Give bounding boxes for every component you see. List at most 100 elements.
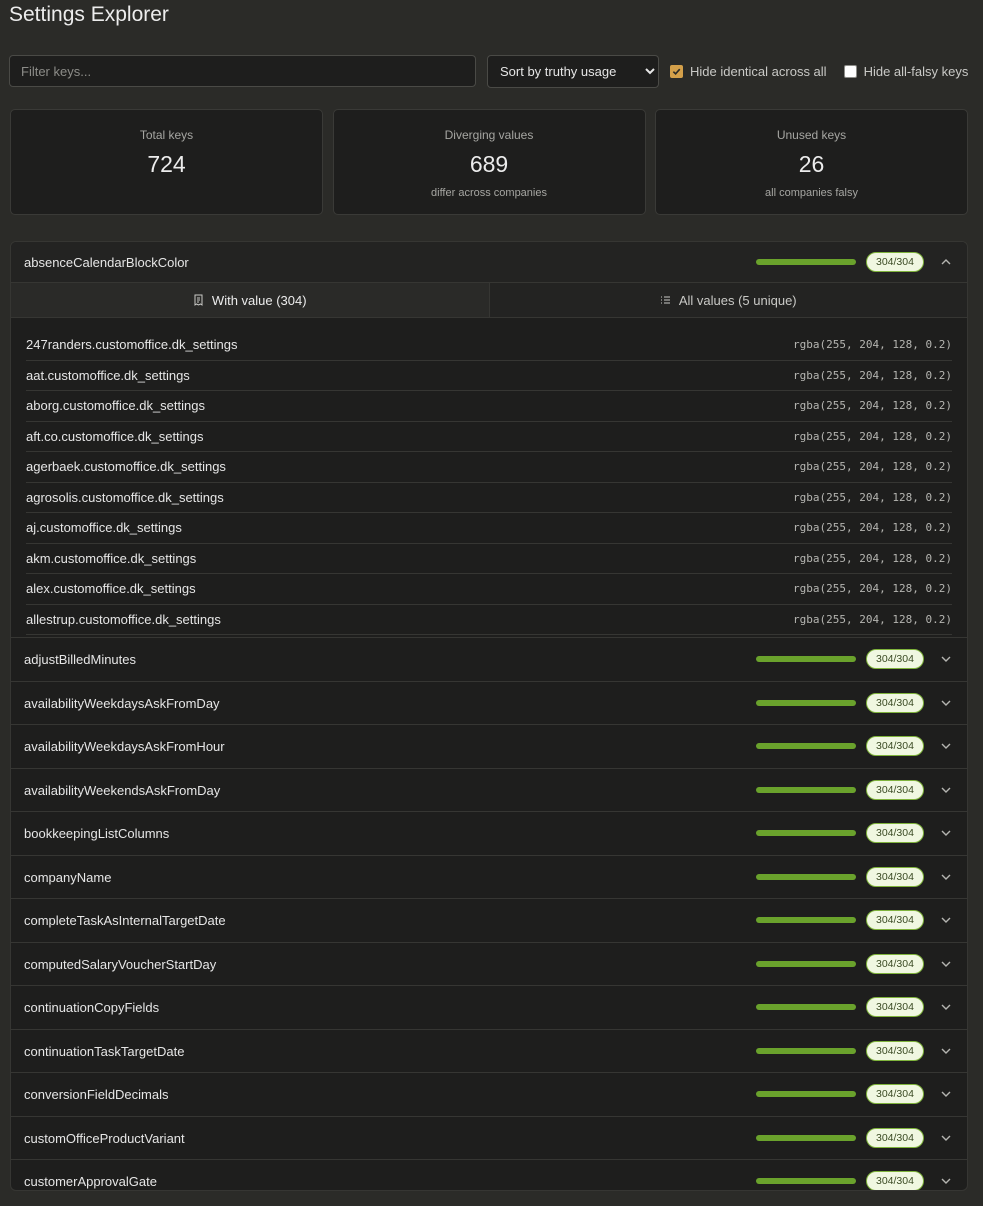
checkmark-icon bbox=[672, 68, 681, 75]
usage-badge: 304/304 bbox=[866, 252, 924, 272]
chevron-down-icon[interactable] bbox=[940, 1088, 952, 1100]
chevron-down-icon[interactable] bbox=[940, 958, 952, 970]
chevron-down-icon[interactable] bbox=[940, 1132, 952, 1144]
chevron-down-icon[interactable] bbox=[940, 1175, 952, 1187]
collapsed-keys: adjustBilledMinutes 304/304 availabilityWe… bbox=[11, 638, 967, 1190]
usage-bar bbox=[756, 1178, 856, 1184]
key-row[interactable]: customerApprovalGate 304/304 bbox=[11, 1160, 967, 1190]
key-row[interactable]: bookkeepingListColumns 304/304 bbox=[11, 812, 967, 856]
usage-badge: 304/304 bbox=[866, 649, 924, 669]
list-icon bbox=[660, 296, 670, 304]
hide-identical-toggle[interactable]: Hide identical across all bbox=[670, 64, 827, 79]
stat-label: Total keys bbox=[139, 128, 194, 142]
usage-bar bbox=[756, 743, 856, 749]
value-tabs: With value (304) All values (5 unique) bbox=[11, 283, 967, 318]
company-name: agerbaek.customoffice.dk_settings bbox=[26, 459, 226, 475]
key-name: continuationTaskTargetDate bbox=[24, 1043, 185, 1059]
key-row[interactable]: adjustBilledMinutes 304/304 bbox=[11, 638, 967, 682]
chevron-up-icon[interactable] bbox=[940, 256, 952, 268]
key-name: computedSalaryVoucherStartDay bbox=[24, 956, 217, 972]
company-value-row: aj.customoffice.dk_settings rgba(255, 204… bbox=[26, 513, 952, 544]
usage-bar bbox=[756, 656, 856, 662]
company-name: 247randers.customoffice.dk_settings bbox=[26, 337, 238, 353]
usage-bar bbox=[756, 917, 856, 923]
company-name: alex.customoffice.dk_settings bbox=[26, 581, 196, 597]
usage-badge: 304/304 bbox=[866, 692, 924, 713]
chevron-down-icon[interactable] bbox=[940, 697, 952, 709]
company-value-row: aat.customoffice.dk_settings rgba(255, 20… bbox=[26, 361, 952, 391]
key-row[interactable]: completeTaskAsInternalTargetDate 304/304 bbox=[11, 899, 967, 943]
key-name: completeTaskAsInternalTargetDate bbox=[24, 913, 226, 928]
key-row[interactable]: continuationTaskTargetDate 304/304 bbox=[11, 1030, 967, 1073]
hide-falsy-checkbox[interactable] bbox=[843, 64, 857, 78]
receipt-icon bbox=[194, 294, 203, 306]
company-value-row: aborg.customoffice.dk_settings rgba(255, … bbox=[26, 391, 952, 422]
key-row[interactable]: customOfficeProductVariant 304/304 bbox=[11, 1117, 967, 1160]
keys-list[interactable]: absenceCalendarBlockColor 304/304 With v… bbox=[10, 241, 968, 1191]
key-name: customerApprovalGate bbox=[24, 1174, 157, 1189]
usage-badge: 304/304 bbox=[866, 997, 924, 1017]
company-value: rgba(255, 204, 128, 0.2) bbox=[793, 490, 952, 504]
key-name: adjustBilledMinutes bbox=[24, 652, 137, 667]
stat-sub: differ across companies bbox=[431, 187, 547, 199]
chevron-down-icon[interactable] bbox=[940, 871, 952, 883]
chevron-down-icon[interactable] bbox=[940, 827, 952, 839]
key-name: absenceCalendarBlockColor bbox=[24, 255, 189, 270]
key-row[interactable]: availabilityWeekdaysAskFromHour 304/304 bbox=[11, 725, 967, 769]
company-name: akm.customoffice.dk_settings bbox=[26, 550, 197, 566]
stat-value: 26 bbox=[798, 151, 825, 177]
company-value-row: agrosolis.customoffice.dk_settings rgba(2… bbox=[26, 483, 952, 513]
company-values-list: 247randers.customoffice.dk_settings rgba(… bbox=[11, 318, 967, 635]
key-row[interactable]: continuationCopyFields 304/304 bbox=[11, 986, 967, 1030]
stat-diverging-values: Diverging values 689 differ across compa… bbox=[332, 109, 646, 215]
company-value-row: akm.customoffice.dk_settings rgba(255, 20… bbox=[26, 544, 952, 574]
sort-select[interactable]: Sort by truthy usage bbox=[487, 54, 659, 88]
hide-identical-checkbox[interactable] bbox=[670, 64, 683, 78]
key-name: availabilityWeekdaysAskFromHour bbox=[24, 739, 225, 754]
chevron-down-icon[interactable] bbox=[940, 784, 952, 796]
company-name: aat.customoffice.dk_settings bbox=[26, 367, 190, 383]
usage-bar bbox=[756, 1004, 856, 1010]
key-row[interactable]: companyName 304/304 bbox=[11, 856, 967, 899]
filter-keys-input[interactable] bbox=[9, 55, 476, 87]
usage-badge: 304/304 bbox=[866, 866, 924, 887]
key-name: availabilityWeekdaysAskFromDay bbox=[24, 695, 220, 711]
chevron-down-icon[interactable] bbox=[940, 653, 952, 665]
hide-identical-label: Hide identical across all bbox=[690, 63, 827, 79]
stat-value: 689 bbox=[469, 151, 509, 177]
key-row[interactable]: computedSalaryVoucherStartDay 304/304 bbox=[11, 943, 967, 986]
company-value-row: alex.customoffice.dk_settings rgba(255, 2… bbox=[26, 574, 952, 605]
company-name: aborg.customoffice.dk_settings bbox=[26, 398, 205, 414]
key-row[interactable]: availabilityWeekendsAskFromDay 304/304 bbox=[11, 769, 967, 812]
stats-cards: Total keys 724 Diverging values 689 diff… bbox=[10, 109, 968, 215]
tab-with-value[interactable]: With value (304) bbox=[11, 283, 490, 317]
usage-bar bbox=[756, 699, 856, 706]
key-row[interactable]: conversionFieldDecimals 304/304 bbox=[11, 1073, 967, 1117]
company-value-row: agerbaek.customoffice.dk_settings rgba(25… bbox=[26, 452, 952, 483]
tab-all-values[interactable]: All values (5 unique) bbox=[489, 283, 967, 317]
company-name: agrosolis.customoffice.dk_settings bbox=[26, 489, 224, 505]
key-row[interactable]: availabilityWeekdaysAskFromDay 304/304 bbox=[11, 682, 967, 725]
key-row-expanded[interactable]: absenceCalendarBlockColor 304/304 bbox=[11, 242, 967, 283]
chevron-down-icon[interactable] bbox=[940, 914, 952, 926]
company-value: rgba(255, 204, 128, 0.2) bbox=[793, 338, 952, 352]
usage-bar bbox=[756, 830, 856, 836]
chevron-down-icon[interactable] bbox=[940, 1045, 952, 1057]
company-value: rgba(255, 204, 128, 0.2) bbox=[793, 521, 952, 535]
chevron-down-icon[interactable] bbox=[940, 740, 952, 752]
stat-total-keys: Total keys 724 bbox=[10, 109, 323, 215]
chevron-down-icon[interactable] bbox=[940, 1001, 952, 1013]
company-value: rgba(255, 204, 128, 0.2) bbox=[793, 368, 952, 382]
usage-bar bbox=[756, 1091, 856, 1097]
usage-badge: 304/304 bbox=[866, 910, 924, 930]
usage-bar bbox=[756, 786, 856, 793]
usage-badge: 304/304 bbox=[866, 1171, 924, 1190]
key-name: customOfficeProductVariant bbox=[24, 1130, 185, 1146]
stat-value: 724 bbox=[147, 151, 186, 177]
tab-label: With value (304) bbox=[211, 292, 307, 308]
hide-falsy-toggle[interactable]: Hide all-falsy keys bbox=[843, 64, 968, 79]
company-name: aft.co.customoffice.dk_settings bbox=[26, 428, 204, 444]
tab-label: All values (5 unique) bbox=[678, 292, 797, 308]
usage-badge: 304/304 bbox=[866, 1127, 924, 1148]
company-value: rgba(255, 204, 128, 0.2) bbox=[793, 612, 952, 626]
